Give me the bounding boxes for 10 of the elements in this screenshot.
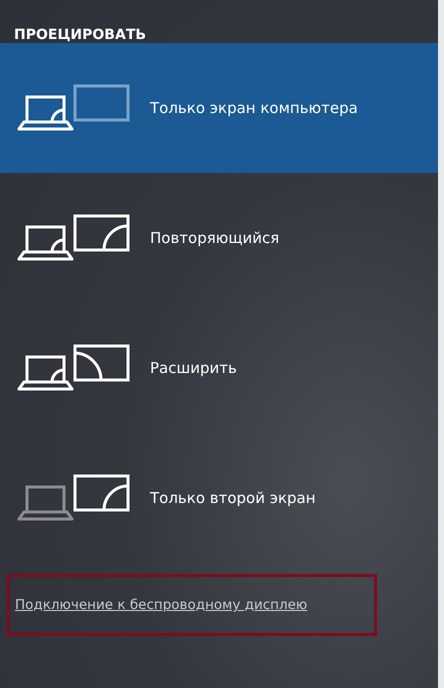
- display-mode-icon: [16, 84, 132, 132]
- project-option[interactable]: Расширить: [0, 303, 438, 433]
- display-mode-icon: [16, 214, 132, 262]
- project-option[interactable]: Повторяющийся: [0, 173, 438, 303]
- project-option[interactable]: Только второй экран: [0, 433, 438, 563]
- display-mode-icon: [16, 474, 132, 522]
- panel-title: ПРОЕЦИРОВАТЬ: [13, 26, 148, 43]
- wireless-display-link[interactable]: Подключение к беспроводному дисплею: [15, 597, 308, 613]
- project-option[interactable]: Только экран компьютера: [0, 43, 438, 173]
- display-mode-icon: [16, 344, 132, 392]
